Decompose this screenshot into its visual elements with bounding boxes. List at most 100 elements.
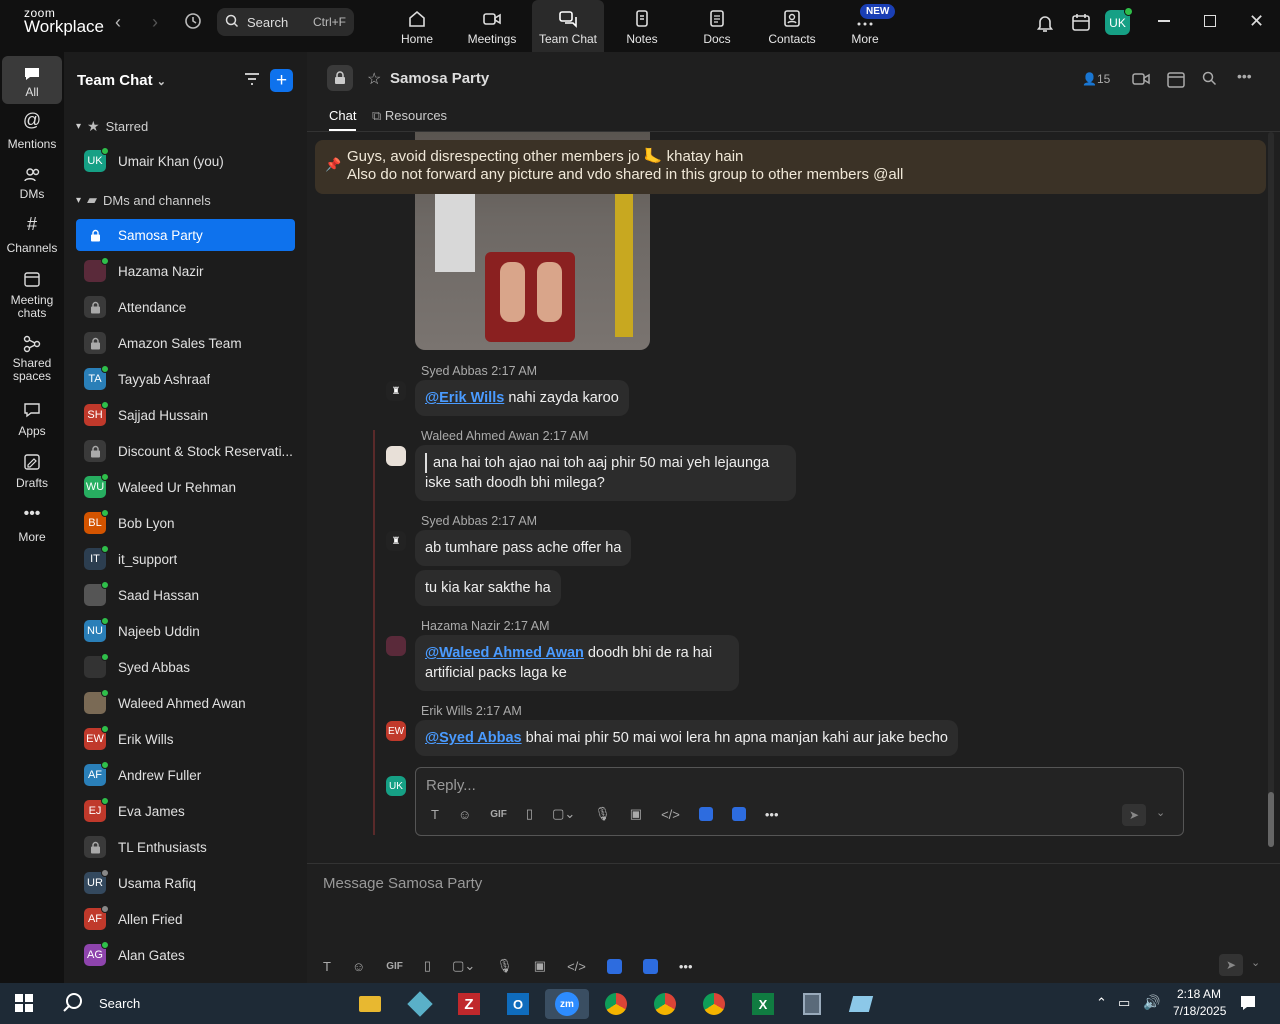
bell-icon[interactable]: [1035, 13, 1055, 38]
format-text-icon[interactable]: T: [431, 807, 439, 822]
taskbar-search-icon[interactable]: [62, 992, 84, 1019]
sidebar-item-amazon-sales-team[interactable]: Amazon Sales Team: [76, 327, 295, 359]
rail-more[interactable]: ••• More: [2, 506, 62, 549]
message-composer[interactable]: Message Samosa Party T ☺ GIF ▯ ▢⌄ 🎙 ▣ </…: [307, 863, 1280, 983]
back-arrow-icon[interactable]: ‹: [115, 12, 121, 33]
pinned-message[interactable]: 📌 Guys, avoid disrespecting other member…: [315, 140, 1266, 194]
outlook-icon[interactable]: O: [498, 989, 538, 1019]
file-icon[interactable]: ▯: [526, 806, 533, 822]
video-message-icon[interactable]: ▣: [630, 806, 642, 822]
chevron-up-icon[interactable]: ⌃: [1096, 995, 1107, 1011]
zoom-taskbar-icon[interactable]: zm: [545, 989, 589, 1019]
starred-section[interactable]: ▾ ★ Starred: [76, 118, 148, 135]
mention-link[interactable]: @Syed Abbas: [425, 730, 522, 746]
maximize-icon[interactable]: [1204, 15, 1216, 27]
sidebar-item-syed-abbas[interactable]: Syed Abbas: [76, 651, 295, 683]
sidebar-item-discount-stock-reservati[interactable]: Discount & Stock Reservati...: [76, 435, 295, 467]
sidebar-item-allen-fried[interactable]: AF Allen Fried: [76, 903, 295, 935]
file-explorer-icon[interactable]: [350, 989, 390, 1019]
tab-notes[interactable]: Notes: [606, 0, 678, 52]
message-bubble[interactable]: @Waleed Ahmed Awan doodh bhi de ra hai a…: [415, 635, 739, 691]
history-icon[interactable]: [184, 12, 202, 35]
send-icon[interactable]: ➤: [1219, 954, 1243, 976]
sidebar-item-tl-enthusiasts[interactable]: TL Enthusiasts: [76, 831, 295, 863]
sidebar-item-erik-wills[interactable]: EW Erik Wills: [76, 723, 295, 755]
app-icon[interactable]: [606, 958, 622, 974]
sidebar-item-bob-lyon[interactable]: BL Bob Lyon: [76, 507, 295, 539]
chevron-down-icon[interactable]: ⌄: [1156, 806, 1165, 819]
rail-shared-spaces[interactable]: Shared spaces: [2, 335, 62, 387]
filezilla-icon[interactable]: Z: [449, 989, 489, 1019]
calendar-app-icon[interactable]: [1071, 13, 1091, 38]
tab-contacts[interactable]: Contacts: [756, 0, 828, 52]
code-icon[interactable]: </>: [661, 807, 680, 822]
sidebar-title[interactable]: Team Chat ⌄: [77, 72, 166, 89]
calculator-icon[interactable]: [792, 989, 832, 1019]
microphone-icon[interactable]: 🎙: [496, 958, 513, 974]
message-bubble[interactable]: tu kia kar sakthe ha: [415, 570, 561, 606]
tab-docs[interactable]: Docs: [681, 0, 753, 52]
sidebar-item-umair-khan-you[interactable]: UK Umair Khan (you): [76, 145, 295, 177]
volume-icon[interactable]: 🔊: [1143, 994, 1160, 1011]
sidebar-item-waleed-ahmed-awan[interactable]: Waleed Ahmed Awan: [76, 687, 295, 719]
screenshot-icon[interactable]: ▢⌄: [552, 806, 575, 822]
mention-link[interactable]: @Waleed Ahmed Awan: [425, 645, 584, 661]
emoji-icon[interactable]: ☺: [352, 959, 365, 974]
gif-icon[interactable]: GIF: [490, 809, 507, 820]
rail-dms[interactable]: DMs: [2, 166, 62, 208]
dms-section[interactable]: ▾ ▰ DMs and channels: [76, 192, 211, 208]
screenshot-icon[interactable]: ▢⌄: [452, 958, 475, 974]
more-icon[interactable]: •••: [679, 959, 693, 974]
sidebar-item-waleed-ur-rehman[interactable]: WU Waleed Ur Rehman: [76, 471, 295, 503]
gif-icon[interactable]: GIF: [386, 961, 403, 972]
sidebar-item-sajjad-hussain[interactable]: SH Sajjad Hussain: [76, 399, 295, 431]
format-text-icon[interactable]: T: [323, 959, 331, 974]
sidebar-item-eva-james[interactable]: EJ Eva James: [76, 795, 295, 827]
chevron-down-icon[interactable]: ⌄: [1251, 956, 1260, 969]
video-call-icon[interactable]: [1132, 72, 1150, 91]
code-icon[interactable]: </>: [567, 959, 586, 974]
sidebar-item-it-support[interactable]: IT it_support: [76, 543, 295, 575]
channel-title[interactable]: Samosa Party: [390, 70, 489, 87]
mention-link[interactable]: @Erik Wills: [425, 390, 504, 406]
taskbar-search-label[interactable]: Search: [99, 996, 140, 1011]
rail-channels[interactable]: # Channels: [2, 215, 62, 260]
microphone-icon[interactable]: 🎙: [594, 806, 611, 822]
rail-apps[interactable]: Apps: [2, 401, 62, 443]
forward-arrow-icon[interactable]: ›: [152, 12, 158, 33]
sidebar-item-usama-rafiq[interactable]: UR Usama Rafiq: [76, 867, 295, 899]
scrollbar-thumb[interactable]: [1268, 792, 1274, 847]
file-icon[interactable]: ▯: [424, 958, 431, 974]
tab-chat[interactable]: Chat: [329, 108, 357, 131]
send-icon[interactable]: ➤: [1122, 804, 1146, 826]
network-icon[interactable]: ▭: [1118, 995, 1130, 1011]
close-icon[interactable]: ✕: [1249, 11, 1264, 32]
erik-wills-avatar[interactable]: EW: [386, 721, 406, 741]
tab-home[interactable]: Home: [381, 0, 453, 52]
message-bubble[interactable]: ana hai toh ajao nai toh aaj phir 50 mai…: [415, 445, 796, 501]
clock[interactable]: 2:18 AM 7/18/2025: [1173, 987, 1226, 1018]
new-chat-button[interactable]: +: [270, 69, 293, 92]
tab-resources[interactable]: ⧉ Resources: [372, 108, 447, 124]
rail-drafts[interactable]: Drafts: [2, 453, 62, 495]
scrollbar-track[interactable]: [1268, 132, 1274, 847]
sidebar-item-attendance[interactable]: Attendance: [76, 291, 295, 323]
composer-placeholder[interactable]: Message Samosa Party: [323, 875, 482, 892]
reply-placeholder[interactable]: Reply...: [426, 777, 476, 794]
sidebar-item-tayyab-ashraaf[interactable]: TA Tayyab Ashraaf: [76, 363, 295, 395]
filter-icon[interactable]: [244, 72, 260, 91]
more-options-icon[interactable]: •••: [1237, 68, 1252, 84]
minimize-icon[interactable]: [1158, 20, 1170, 22]
app-icon[interactable]: [841, 989, 881, 1019]
video-message-icon[interactable]: ▣: [534, 958, 546, 974]
syed-abbas-avatar[interactable]: ♜: [386, 381, 406, 401]
rail-all[interactable]: All: [2, 56, 62, 104]
app-icon[interactable]: [731, 807, 746, 821]
sidebar-item-alan-gates[interactable]: AG Alan Gates: [76, 939, 295, 971]
app-icon[interactable]: [642, 958, 658, 974]
message-bubble[interactable]: @Erik Wills nahi zayda karoo: [415, 380, 629, 416]
excel-icon[interactable]: X: [743, 989, 783, 1019]
chrome-icon[interactable]: [596, 989, 636, 1019]
waleed-ahmed-awan-avatar[interactable]: [386, 446, 406, 466]
sidebar-item-saad-hassan[interactable]: Saad Hassan: [76, 579, 295, 611]
